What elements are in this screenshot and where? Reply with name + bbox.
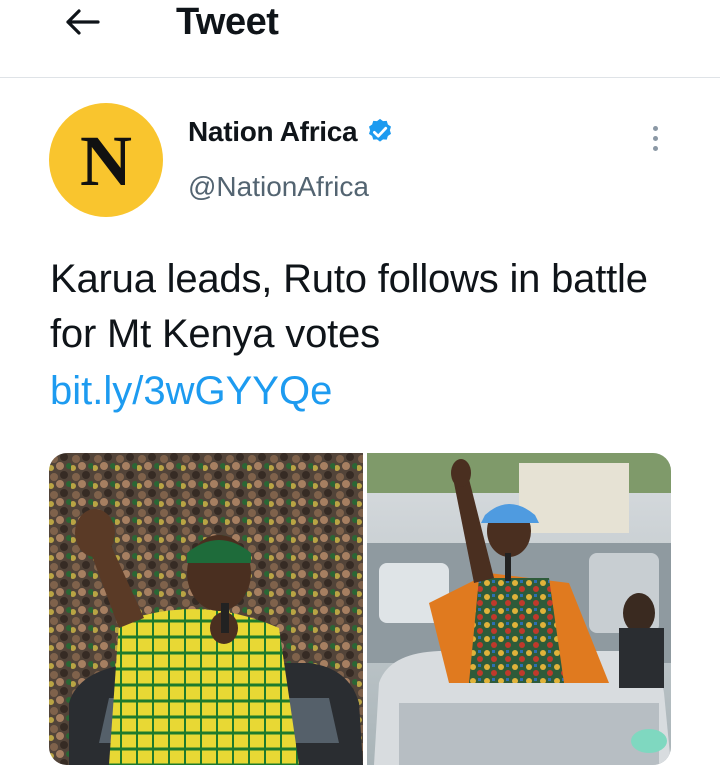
tweet-text: Karua leads, Ruto follows in battle for … — [50, 257, 648, 356]
back-button[interactable] — [55, 2, 109, 42]
author-name: Nation Africa — [188, 116, 358, 147]
right-rally-photo — [367, 453, 671, 765]
page-title: Tweet — [176, 1, 279, 43]
arrow-left-icon — [66, 9, 100, 35]
verified-badge-icon — [369, 118, 392, 142]
more-options-button[interactable] — [640, 118, 670, 158]
rally-photo-collage — [49, 453, 671, 765]
tweet-media[interactable] — [49, 453, 671, 765]
more-dot-icon — [652, 125, 658, 131]
top-bar: Tweet — [0, 0, 720, 78]
left-rally-photo — [49, 453, 363, 765]
author-handle[interactable]: @NationAfrica — [188, 170, 369, 204]
avatar[interactable]: N — [49, 103, 163, 217]
avatar-letter: N — [80, 121, 132, 201]
tweet-link[interactable]: bit.ly/3wGYYQe — [50, 366, 332, 416]
author-name-row[interactable]: Nation Africa — [188, 115, 395, 149]
more-dot-icon — [652, 135, 658, 141]
more-dot-icon — [652, 145, 658, 151]
